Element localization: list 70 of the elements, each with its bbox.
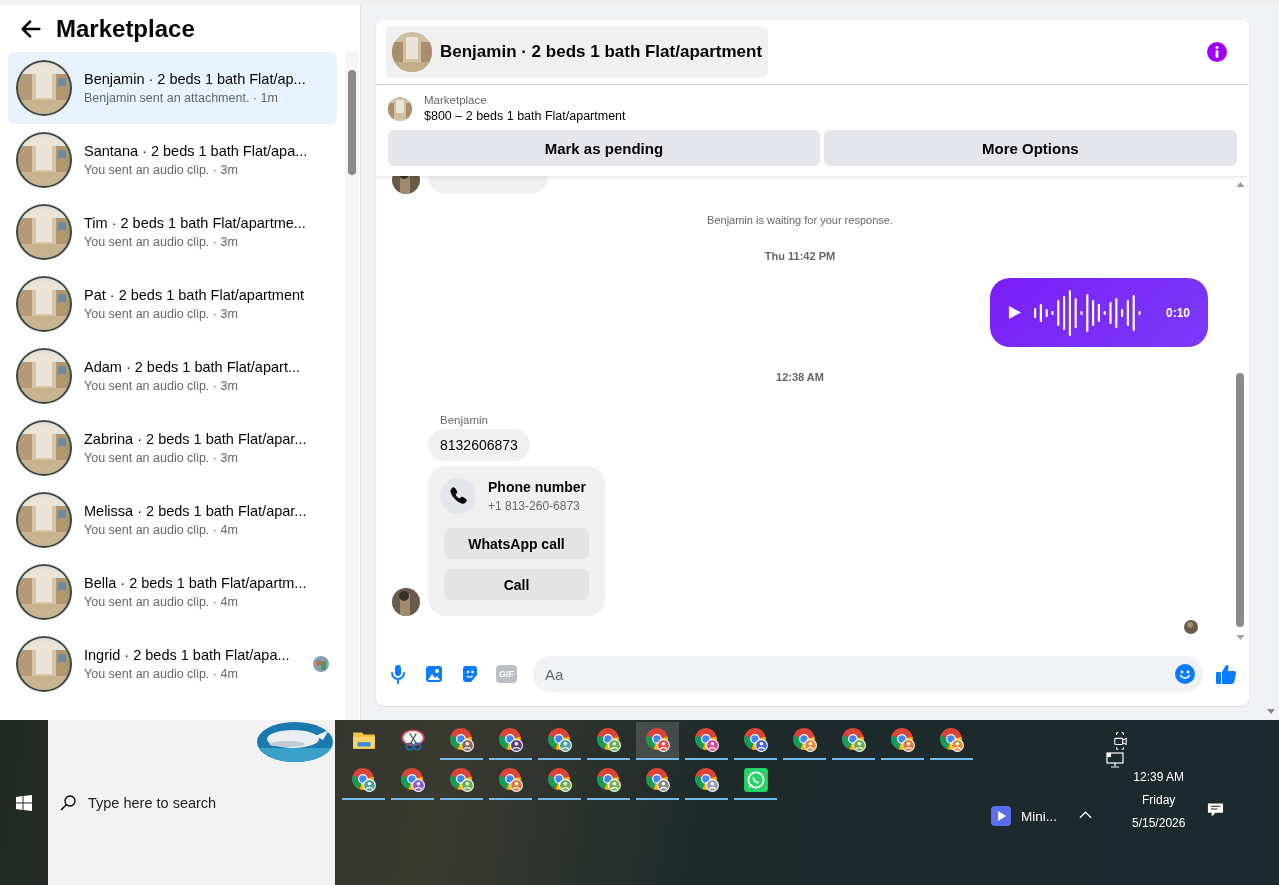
page-title: Marketplace [56, 14, 195, 43]
audio-message[interactable]: 0:10 [990, 278, 1208, 347]
conversation-preview: You sent an audio clip. · 3m [84, 307, 239, 321]
conversation-title: Adam · 2 beds 1 bath Flat/apart... [84, 359, 300, 375]
conversation-title: Melissa · 2 beds 1 bath Flat/apar... [84, 503, 307, 519]
conversation-item[interactable]: Tim · 2 beds 1 bath Flat/apartme... You sent an audio clip. · 3m [8, 196, 337, 268]
caret-up-icon[interactable] [1079, 811, 1092, 819]
windows-start-icon[interactable] [16, 795, 32, 811]
scroll-down-icon[interactable] [1267, 709, 1275, 714]
conversation-title: Pat · 2 beds 1 bath Flat/apartment [84, 287, 305, 303]
network-icon[interactable] [1106, 752, 1124, 768]
search-input[interactable]: Type here to search [86, 793, 290, 812]
conversation-preview: You sent an audio clip. · 4m [84, 523, 239, 537]
info-icon[interactable] [1207, 42, 1227, 62]
microphone-icon[interactable] [388, 664, 408, 684]
contact-number: +1 813-260-6873 [488, 499, 581, 513]
conversation-header[interactable]: Benjamin · 2 beds 1 bath Flat/apartment [386, 26, 769, 78]
clock[interactable]: 12:39 AM Friday 5/15/2026 [1132, 770, 1186, 830]
conversation-preview: You sent an audio clip. · 3m [84, 379, 239, 393]
conversation-preview: You sent an audio clip. · 3m [84, 451, 239, 465]
thumbs-up-icon[interactable] [1215, 663, 1237, 685]
listing-price: $800 – 2 beds 1 bath Flat/apartment [424, 109, 626, 123]
conversation-item[interactable]: Benjamin · 2 beds 1 bath Flat/ap... Benjamin sent an attachment. · 1m [8, 52, 337, 124]
conversation-preview: You sent an audio clip. · 4m [84, 595, 239, 609]
listing-label: Marketplace [424, 94, 488, 106]
notification-icon[interactable] [1207, 802, 1225, 818]
conversation-preview: You sent an audio clip. · 4m [84, 667, 239, 681]
waiting-notice: Benjamin is waiting for your response. [707, 214, 893, 226]
play-icon[interactable] [1008, 306, 1021, 319]
scrollbar[interactable] [345, 52, 359, 720]
conversation-item[interactable]: Pat · 2 beds 1 bath Flat/apartment You sent an audio clip. · 3m [8, 268, 337, 340]
message-input[interactable]: Aa [533, 656, 1203, 692]
call-button[interactable]: WhatsApp call [444, 528, 589, 559]
action-button[interactable]: Mark as pending [388, 130, 820, 166]
image-icon[interactable] [424, 664, 444, 684]
conversation-preview: You sent an audio clip. · 3m [84, 163, 239, 177]
conversation-item[interactable]: Santana · 2 beds 1 bath Flat/apa... You sent an audio clip. · 3m [8, 124, 337, 196]
scrollbar-thumb[interactable] [1236, 373, 1244, 627]
camera-icon[interactable] [1113, 732, 1127, 750]
seen-avatar-icon [1184, 620, 1198, 634]
scroll-down-icon[interactable] [1235, 635, 1245, 640]
scroll-up-icon[interactable] [1235, 182, 1245, 187]
back-arrow-icon[interactable] [20, 17, 42, 40]
message-bubble: 8132606873 [428, 429, 530, 461]
conversation-item[interactable]: Bella · 2 beds 1 bath Flat/apartm... You sent an audio clip. · 4m [8, 556, 337, 628]
action-button[interactable]: More Options [823, 130, 1237, 166]
conversation-item[interactable]: Adam · 2 beds 1 bath Flat/apart... You sent an audio clip. · 3m [8, 340, 337, 412]
conversation-item[interactable]: Melissa · 2 beds 1 bath Flat/apar... You sent an audio clip. · 4m [8, 484, 337, 556]
conversation-title: Santana · 2 beds 1 bath Flat/apa... [84, 143, 308, 159]
emoji-icon[interactable] [1175, 664, 1195, 684]
search-icon [60, 794, 76, 811]
conversation-title: Ingrid · 2 beds 1 bath Flat/apa... [84, 647, 290, 663]
media-app-button[interactable]: Mini... [991, 806, 1057, 826]
sticker-icon[interactable] [460, 664, 480, 684]
conversation-item[interactable]: Ingrid · 2 beds 1 bath Flat/apa... You sent an audio clip. · 4m [8, 628, 337, 700]
call-button[interactable]: Call [444, 569, 589, 600]
phone-icon [440, 478, 476, 514]
conversation-preview: Benjamin sent an attachment. · 1m [84, 91, 279, 105]
conversation-title: Bella · 2 beds 1 bath Flat/apartm... [84, 575, 307, 591]
play-icon [991, 806, 1011, 826]
conversation-title: Zabrina · 2 beds 1 bath Flat/apar... [84, 431, 307, 447]
contact-title: Phone number [488, 479, 586, 495]
sender-name: Benjamin [440, 414, 489, 426]
conversation-title: Tim · 2 beds 1 bath Flat/apartme... [84, 215, 306, 231]
timestamp: Thu 11:42 PM [764, 250, 836, 262]
conversation-preview: You sent an audio clip. · 3m [84, 235, 239, 249]
conversation-title: Benjamin · 2 beds 1 bath Flat/ap... [84, 71, 306, 87]
browser-icon[interactable] [636, 722, 679, 760]
conversation-item[interactable]: Zabrina · 2 beds 1 bath Flat/apar... You sent an audio clip. · 3m [8, 412, 337, 484]
timestamp: 12:38 AM [776, 371, 824, 383]
